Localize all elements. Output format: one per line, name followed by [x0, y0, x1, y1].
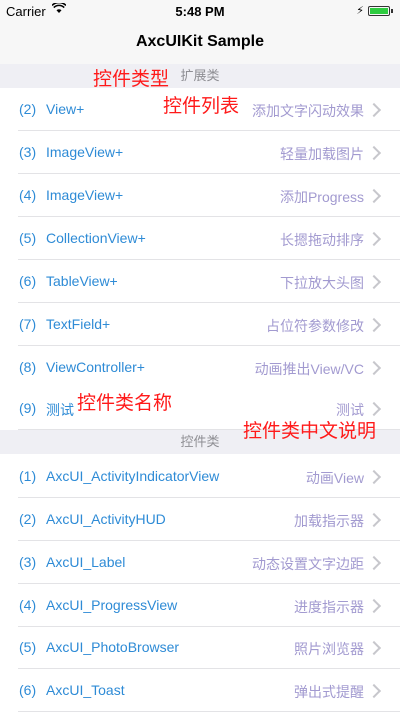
- row-index: (2): [19, 511, 37, 527]
- row-index: (3): [19, 554, 37, 570]
- list-item[interactable]: (3) AxcUI_Label 动态设置文字边距: [0, 542, 400, 584]
- status-bar: Carrier 5:48 PM ⚡: [0, 0, 400, 22]
- row-index: (4): [19, 187, 37, 203]
- row-index: (1): [19, 468, 37, 484]
- chevron-right-icon: [366, 469, 382, 485]
- list-item[interactable]: (6) AxcUI_Toast 弹出式提醒: [0, 670, 400, 712]
- chevron-right-icon: [366, 555, 382, 571]
- list-item[interactable]: (2) AxcUI_ActivityHUD 加载指示器: [0, 499, 400, 541]
- row-index: (4): [19, 597, 37, 613]
- row-class-name: CollectionView+: [46, 230, 146, 246]
- row-class-name: AxcUI_Toast: [46, 682, 125, 698]
- row-description: 长摁拖动排序: [280, 232, 364, 248]
- row-index: (5): [19, 639, 37, 655]
- list-item[interactable]: (3) ImageView+ 轻量加载图片: [0, 132, 400, 174]
- row-class-name: AxcUI_ActivityHUD: [46, 511, 166, 527]
- row-description: 添加文字闪动效果: [252, 103, 364, 119]
- row-description: 动画View: [305, 470, 364, 486]
- page-title: AxcUIKit Sample: [135, 33, 265, 50]
- row-description: 进度指示器: [294, 599, 364, 615]
- chevron-right-icon: [366, 231, 382, 247]
- clock: 5:48 PM: [175, 4, 225, 19]
- chevron-right-icon: [366, 598, 382, 614]
- row-description: 弹出式提醒: [294, 684, 364, 700]
- annotation-class-desc: 控件类中文说明: [243, 420, 377, 442]
- navigation-bar: AxcUIKit Sample: [0, 22, 400, 65]
- chevron-right-icon: [366, 274, 382, 290]
- list-item[interactable]: (4) ImageView+ 添加Progress: [0, 175, 400, 217]
- annotation-control-list: 控件列表: [163, 95, 240, 117]
- row-index: (5): [19, 230, 37, 246]
- row-class-name: AxcUI_ActivityIndicatorView: [46, 468, 220, 484]
- row-description: 占位符参数修改: [266, 318, 364, 334]
- row-class-name: ImageView+: [46, 187, 124, 203]
- row-index: (7): [19, 316, 37, 332]
- list-item[interactable]: (1) AxcUI_ActivityIndicatorView 动画View: [0, 456, 400, 498]
- row-description: 下拉放大头图: [280, 275, 364, 291]
- row-class-name: ImageView+: [46, 144, 124, 160]
- row-class-name: ViewController+: [46, 359, 145, 375]
- chevron-right-icon: [366, 360, 382, 376]
- row-index: (6): [19, 682, 37, 698]
- annotation-category-type: 控件类型: [93, 68, 170, 90]
- list-item[interactable]: (7) TextField+ 占位符参数修改: [0, 304, 400, 346]
- row-index: (6): [19, 273, 37, 289]
- row-index: (9): [19, 400, 37, 416]
- list-item[interactable]: (6) TableView+ 下拉放大头图: [0, 261, 400, 303]
- row-class-name: AxcUI_Label: [46, 554, 126, 570]
- list-item[interactable]: (8) ViewController+ 动画推出View/VC: [0, 347, 400, 389]
- row-description: 轻量加载图片: [280, 146, 364, 162]
- charging-icon: ⚡: [356, 5, 364, 17]
- list-item[interactable]: (5) AxcUI_PhotoBrowser 照片浏览器: [0, 627, 400, 669]
- row-class-name: TableView+: [46, 273, 118, 289]
- row-description: 动态设置文字边距: [252, 556, 364, 572]
- chevron-right-icon: [366, 683, 382, 699]
- row-description: 照片浏览器: [294, 641, 364, 657]
- battery-icon: [368, 6, 393, 16]
- row-class-name: View+: [46, 101, 85, 117]
- row-index: (2): [19, 101, 37, 117]
- row-class-name: AxcUI_ProgressView: [46, 597, 178, 613]
- chevron-right-icon: [366, 640, 382, 656]
- list-item[interactable]: (4) AxcUI_ProgressView 进度指示器: [0, 585, 400, 627]
- list-item[interactable]: (5) CollectionView+ 长摁拖动排序: [0, 218, 400, 260]
- row-index: (3): [19, 144, 37, 160]
- row-index: (8): [19, 359, 37, 375]
- battery-fill: [370, 8, 388, 14]
- row-class-name: 测试: [46, 402, 74, 418]
- chevron-right-icon: [366, 512, 382, 528]
- row-class-name: TextField+: [46, 316, 111, 332]
- chevron-right-icon: [366, 188, 382, 204]
- chevron-right-icon: [366, 317, 382, 333]
- row-class-name: AxcUI_PhotoBrowser: [46, 639, 180, 655]
- chevron-right-icon: [366, 145, 382, 161]
- annotation-class-name: 控件类名称: [77, 392, 173, 414]
- section-header-extensions: 扩展类: [0, 64, 400, 88]
- chevron-right-icon: [366, 401, 382, 417]
- row-description: 添加Progress: [279, 189, 364, 205]
- chevron-right-icon: [366, 102, 382, 118]
- row-description: 动画推出View/VC: [254, 361, 364, 377]
- row-description: 加载指示器: [294, 513, 364, 529]
